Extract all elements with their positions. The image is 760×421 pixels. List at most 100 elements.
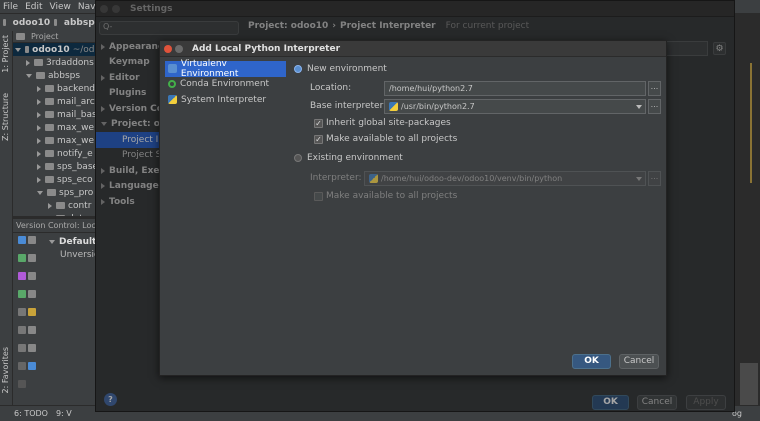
menu-edit[interactable]: Edit — [25, 2, 42, 12]
project-tree-item[interactable]: abbsps — [13, 69, 100, 82]
expand-arrow-icon[interactable] — [37, 111, 41, 118]
move-icon[interactable] — [18, 326, 26, 334]
menu-view[interactable]: View — [50, 2, 71, 12]
type-conda[interactable]: Conda Environment — [165, 77, 286, 93]
expand-arrow-icon[interactable] — [37, 85, 41, 92]
project-tree-item[interactable]: sps_base — [13, 160, 100, 173]
settings-icon[interactable] — [18, 344, 26, 352]
browse-existing-button[interactable]: ... — [648, 171, 661, 186]
folder-icon — [45, 124, 54, 131]
type-virtualenv[interactable]: Virtualenv Environment — [165, 59, 286, 79]
expand-arrow-icon[interactable] — [26, 59, 30, 66]
expand-icon[interactable] — [28, 344, 36, 352]
group-icon[interactable] — [28, 290, 36, 298]
breadcrumb-root[interactable]: odoo10 — [13, 18, 51, 28]
project-tree-item[interactable]: max_we — [13, 121, 100, 134]
project-tree-item[interactable]: contr — [13, 199, 100, 212]
collapse-arrow-icon[interactable] — [37, 190, 43, 195]
existing-make-available-checkbox[interactable] — [314, 192, 323, 201]
dialog-cancel-button[interactable]: Cancel — [619, 354, 659, 369]
folder-icon — [34, 59, 43, 66]
collapse-arrow-icon[interactable] — [26, 73, 32, 78]
update-icon[interactable] — [18, 254, 26, 262]
navigation-bar: odoo10 abbsps — [0, 13, 100, 31]
shelve-icon[interactable] — [28, 272, 36, 280]
conda-icon — [168, 80, 176, 89]
project-tree-item[interactable]: odoo10 ~/odo — [13, 43, 100, 56]
expand-arrow-icon[interactable] — [37, 98, 41, 105]
project-tree-item[interactable]: 3rdaddons — [13, 56, 100, 69]
expand-arrow-icon[interactable] — [37, 137, 41, 144]
history-icon[interactable] — [18, 362, 26, 370]
expand-arrow-icon[interactable] — [37, 176, 41, 183]
project-tree-label: max_we — [57, 122, 95, 133]
project-tree-item[interactable]: sps_pro — [13, 186, 100, 199]
project-tree-label: odoo10 — [32, 44, 70, 55]
chevron-down-icon — [636, 177, 642, 181]
commit-icon[interactable] — [28, 236, 36, 244]
inherit-checkbox[interactable]: ✓ — [314, 119, 323, 128]
tab-project[interactable]: 1: Project — [1, 35, 10, 73]
dialog-ok-button[interactable]: OK — [572, 354, 611, 369]
expand-arrow-icon[interactable] — [37, 124, 41, 131]
project-panel-header: Project — [13, 31, 100, 43]
virtualenv-icon — [168, 64, 177, 74]
tab-local-changes[interactable]: Loc — [82, 221, 96, 230]
folder-icon — [25, 46, 30, 53]
tab-structure[interactable]: Z: Structure — [1, 93, 10, 141]
existing-interpreter-select[interactable]: /home/hui/odoo-dev/odoo10/venv/bin/pytho… — [364, 171, 646, 186]
project-tree-label: contr — [68, 200, 92, 211]
folder-icon — [45, 98, 54, 105]
make-available-checkbox[interactable]: ✓ — [314, 135, 323, 144]
remove-icon[interactable] — [18, 308, 26, 316]
close-dialog-icon[interactable] — [164, 44, 172, 53]
existing-interpreter-value: /home/hui/odoo-dev/odoo10/venv/bin/pytho… — [381, 174, 563, 183]
dialog-titlebar: Add Local Python Interpreter — [160, 41, 666, 57]
refresh-icon[interactable] — [18, 236, 26, 244]
expand-arrow-icon[interactable] — [37, 163, 41, 170]
project-tree-label: abbsps — [48, 70, 81, 81]
project-tree-item[interactable]: sps_eco — [13, 173, 100, 186]
tab-favorites[interactable]: 2: Favorites — [1, 347, 10, 393]
location-input[interactable]: /home/hui/python2.7 — [384, 81, 646, 96]
folder-icon — [45, 85, 54, 92]
project-tree-item[interactable]: mail_bas — [13, 108, 100, 121]
type-system[interactable]: System Interpreter — [165, 92, 286, 108]
diff-icon[interactable] — [28, 254, 36, 262]
browse-location-button[interactable]: ... — [648, 81, 661, 96]
new-environment-radio[interactable] — [294, 65, 302, 73]
inherit-label: Inherit global site-packages — [326, 118, 451, 128]
minimize-dialog-icon[interactable] — [175, 44, 183, 53]
project-tree-label: backend — [57, 83, 96, 94]
folder-icon — [36, 72, 45, 79]
expand-arrow-icon[interactable] — [48, 202, 52, 209]
chevron-down-icon — [636, 105, 642, 109]
preview-icon[interactable] — [28, 326, 36, 334]
menu-file[interactable]: File — [3, 2, 18, 12]
python-icon — [369, 174, 378, 183]
project-tree-item[interactable]: backend — [13, 82, 100, 95]
project-tree-label: sps_eco — [57, 174, 93, 185]
collapse-arrow-icon[interactable] — [15, 47, 21, 52]
base-interpreter-label: Base interpreter: — [310, 101, 387, 111]
project-tree-item[interactable]: mail_arc — [13, 95, 100, 108]
changelist-default[interactable]: Default — [49, 237, 96, 247]
expand-arrow-icon[interactable] — [37, 150, 41, 157]
project-tree-item[interactable]: data — [13, 212, 100, 216]
base-interpreter-select[interactable]: /usr/bin/python2.7 — [384, 99, 646, 114]
expand-arrow-icon[interactable] — [48, 215, 52, 216]
pin-icon[interactable] — [18, 380, 26, 388]
changelist-icon[interactable] — [28, 308, 36, 316]
tab-version-control[interactable]: 9: V — [56, 409, 72, 418]
project-tree: odoo10 ~/odo 3rdaddons abbsps backend mail_ar… — [13, 43, 100, 216]
project-panel-title[interactable]: Project — [31, 32, 58, 41]
project-tree-item[interactable]: notify_e — [13, 147, 100, 160]
existing-environment-radio[interactable] — [294, 154, 302, 162]
tab-todo[interactable]: 6: TODO — [14, 409, 48, 418]
help-icon[interactable] — [28, 362, 36, 370]
rollback-icon[interactable] — [18, 272, 26, 280]
changelist-unversioned[interactable]: Unversio — [60, 250, 100, 260]
browse-base-button[interactable]: ... — [648, 99, 661, 114]
add-icon[interactable] — [18, 290, 26, 298]
project-tree-item[interactable]: max_we — [13, 134, 100, 147]
